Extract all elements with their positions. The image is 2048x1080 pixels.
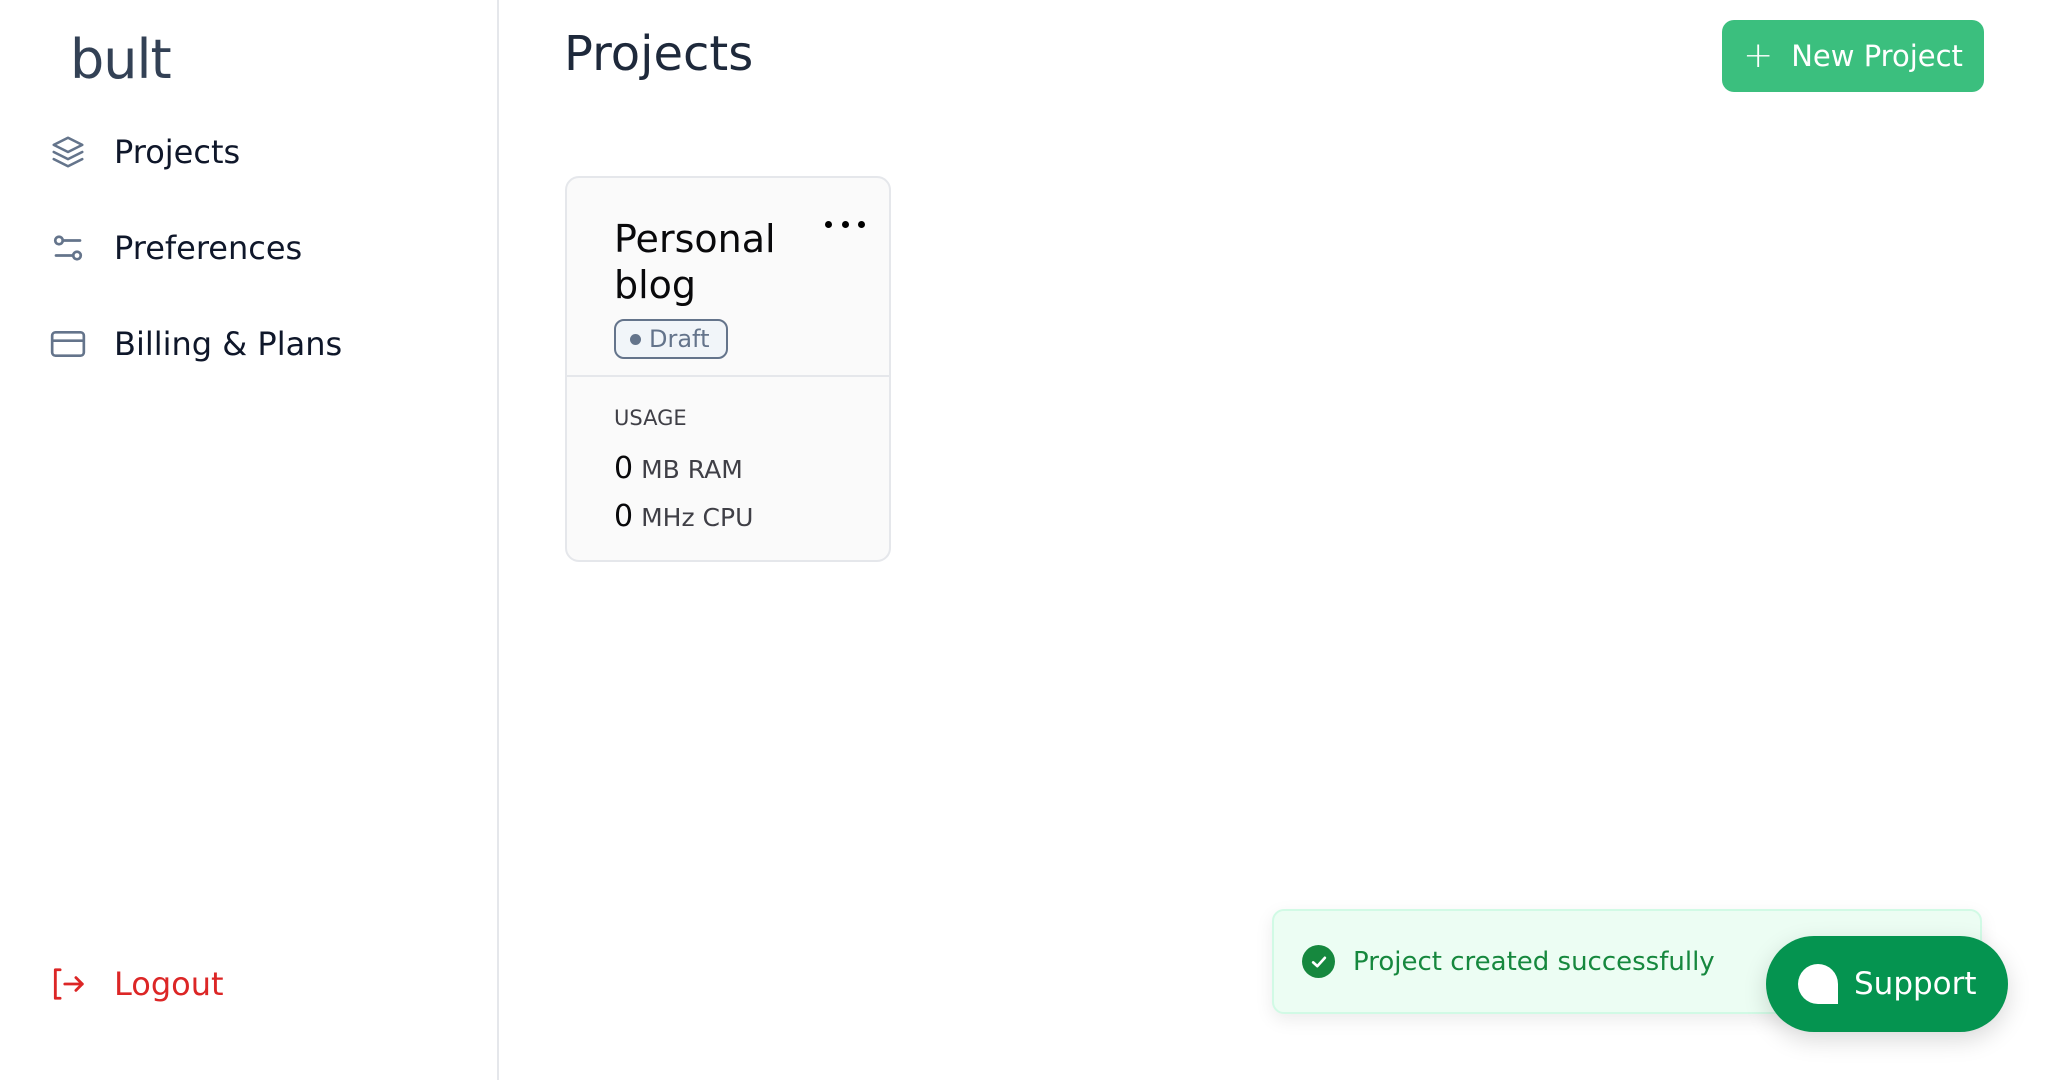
plus-icon: + bbox=[1743, 35, 1774, 76]
project-name: Personal blog bbox=[614, 217, 776, 307]
check-circle-icon bbox=[1302, 945, 1335, 978]
usage-cpu: 0 MHz CPU bbox=[614, 499, 753, 534]
logo[interactable]: bult bbox=[70, 28, 172, 91]
menu-dot bbox=[858, 220, 865, 228]
usage-value: 0 bbox=[614, 499, 634, 534]
status-text: Draft bbox=[649, 325, 710, 353]
more-horizontal-icon[interactable] bbox=[825, 214, 865, 234]
status-badge: Draft bbox=[614, 319, 728, 359]
layers-icon bbox=[48, 132, 88, 172]
app: bult Projects Preferences Billing & Plan… bbox=[0, 0, 2048, 1080]
sidebar-item-label: Projects bbox=[114, 133, 241, 171]
usage-ram: 0 MB RAM bbox=[614, 451, 743, 486]
sidebar: bult Projects Preferences Billing & Plan… bbox=[0, 0, 499, 1080]
chat-bubble-icon bbox=[1798, 964, 1838, 1004]
logout-icon bbox=[48, 964, 88, 1004]
new-project-button[interactable]: + New Project bbox=[1722, 20, 1984, 92]
menu-dot bbox=[841, 220, 849, 228]
usage-unit: MB RAM bbox=[641, 455, 743, 484]
page-title: Projects bbox=[564, 26, 754, 82]
project-card-header: Personal blog Draft bbox=[567, 178, 889, 377]
new-project-label: New Project bbox=[1791, 39, 1963, 73]
logout-button[interactable]: Logout bbox=[48, 960, 224, 1008]
sidebar-item-billing[interactable]: Billing & Plans bbox=[48, 320, 342, 368]
sidebar-item-label: Preferences bbox=[114, 229, 303, 267]
toast-message: Project created successfully bbox=[1353, 946, 1715, 977]
status-dot-icon bbox=[630, 333, 641, 345]
support-label: Support bbox=[1854, 966, 1977, 1002]
project-card[interactable]: Personal blog Draft USAGE 0 MB RAM 0 MHz C… bbox=[565, 176, 891, 562]
usage-unit: MHz CPU bbox=[641, 503, 754, 532]
credit-card-icon bbox=[48, 324, 88, 364]
sliders-icon bbox=[48, 228, 88, 268]
sidebar-item-label: Billing & Plans bbox=[114, 325, 343, 363]
sidebar-item-projects[interactable]: Projects bbox=[48, 128, 240, 176]
menu-dot bbox=[825, 220, 832, 228]
usage-value: 0 bbox=[614, 451, 634, 486]
support-button[interactable]: Support bbox=[1766, 936, 2008, 1032]
sidebar-item-preferences[interactable]: Preferences bbox=[48, 224, 302, 272]
logout-label: Logout bbox=[114, 965, 224, 1003]
usage-label: USAGE bbox=[614, 406, 687, 430]
